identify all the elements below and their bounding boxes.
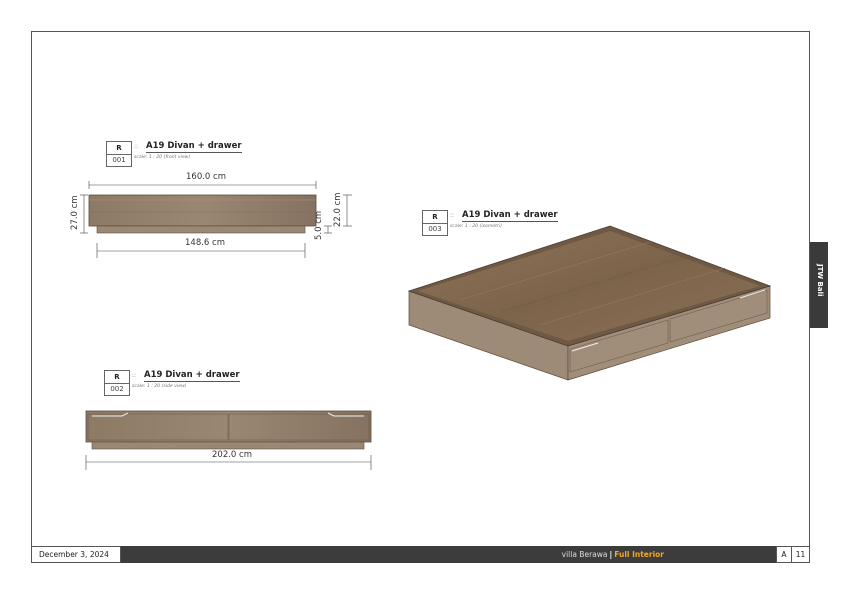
company-side-tab: JTW Bali [810, 242, 828, 328]
view-code-box: R 003 [422, 210, 448, 236]
isometric-view-drawing [407, 225, 772, 381]
view-code: R [423, 211, 447, 224]
view-code: R [105, 371, 129, 384]
dim-front-inner-height: 22.0 cm [333, 192, 343, 227]
view-title: A19 Divan + drawer [462, 210, 558, 222]
title-separator: :: [450, 212, 455, 219]
drawings-svg [80, 181, 772, 470]
dim-front-plinth-height: 5.0 cm [314, 210, 324, 240]
footer-bar: December 3, 2024 villa Berawa | Full Inter… [31, 546, 810, 563]
company-label: JTW Bali [816, 264, 824, 297]
footer-page-number: 11 [792, 546, 810, 563]
view-title: A19 Divan + drawer [144, 370, 240, 382]
footer-project-bar: villa Berawa | Full Interior [121, 546, 776, 563]
dim-front-height: 27.0 cm [70, 195, 80, 230]
footer-sheet-letter: A [776, 546, 792, 563]
dim-front-base-width: 148.6 cm [185, 238, 225, 248]
footer-project: villa Berawa | Full Interior [561, 550, 664, 559]
dim-front-width: 160.0 cm [186, 172, 226, 182]
side-view-drawing [85, 410, 372, 470]
dim-side-length: 202.0 cm [212, 450, 252, 460]
project-section: Full Interior [614, 550, 664, 559]
view-scale: scale: 1 : 20 (isometri) [450, 224, 502, 229]
footer-date: December 3, 2024 [31, 546, 121, 563]
view-number: 002 [110, 385, 124, 393]
view-code-box: R 002 [104, 370, 130, 396]
view-scale: scale: 1 : 20 (side view) [132, 384, 187, 389]
project-name: villa Berawa [561, 550, 608, 559]
view-number: 003 [428, 225, 442, 233]
title-separator: :: [132, 372, 137, 379]
